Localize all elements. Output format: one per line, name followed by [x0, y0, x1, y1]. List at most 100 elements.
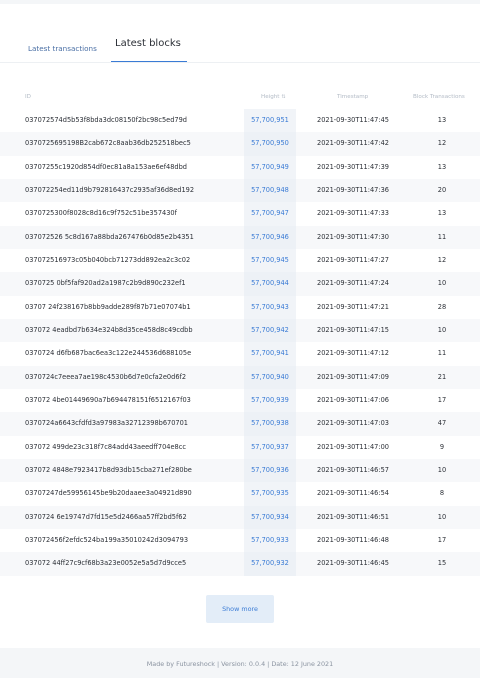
- block-height-link[interactable]: 57,700,940: [244, 366, 296, 389]
- block-transactions-count-cell: 10: [437, 512, 447, 521]
- table-row[interactable]: 0370725300f8028c8d16c9f752c51be357430f 57…: [0, 202, 480, 226]
- table-row[interactable]: 037072516973c05b040bcb71273dd892ea2c3c02…: [0, 248, 480, 273]
- block-height-link[interactable]: 57,700,934: [244, 506, 296, 529]
- block-height-link[interactable]: 57,700,941: [244, 342, 296, 365]
- block-transactions-count-cell: 12: [437, 255, 447, 264]
- block-id-cell: 037072 4be01449690a7b694478151f6512167f0…: [25, 395, 191, 404]
- block-transactions-count-cell: 10: [437, 465, 447, 474]
- table-row[interactable]: 037072 4eadbd7b634e324b8d35ce458d8c49cdb…: [0, 318, 480, 343]
- table-row[interactable]: 037072 499de23c318f7c84add43aeedff704e8c…: [0, 435, 480, 459]
- table-row[interactable]: 0370725 0bf5faf920ad2a1987c2b9d890c232ef…: [0, 272, 480, 296]
- table-row[interactable]: 037072574d5b53f8bda3dc08150f2bc98c5ed79d…: [0, 109, 480, 133]
- block-timestamp-cell: 2021-09-30T11:47:36: [317, 185, 389, 194]
- block-height-link[interactable]: 57,700,936: [244, 459, 296, 482]
- block-id-cell: 037072 4848e7923417b8d93db15cba271ef280b…: [25, 465, 192, 474]
- block-height-link[interactable]: 57,700,937: [244, 436, 296, 459]
- block-transactions-count-cell: 15: [437, 559, 447, 568]
- sort-arrows-icon[interactable]: ⇅: [282, 94, 286, 100]
- table-row[interactable]: 0370724 6e19747d7fd15e5d2466aa57ff2bd5f6…: [0, 505, 480, 529]
- block-timestamp-cell: 2021-09-30T11:47:30: [317, 232, 389, 241]
- block-transactions-count-cell: 10: [437, 325, 447, 334]
- column-header-height-label: Height: [261, 94, 280, 100]
- tab-latest-blocks[interactable]: Latest blocks: [115, 38, 181, 49]
- block-height-link[interactable]: 57,700,946: [244, 226, 296, 249]
- block-timestamp-cell: 2021-09-30T11:46:48: [317, 535, 389, 544]
- table-row[interactable]: 0370724a6643cfdfd3a97983a32712398b670701…: [0, 412, 480, 436]
- block-height-link[interactable]: 57,700,932: [244, 552, 296, 575]
- table-row[interactable]: 03707 24f238167b8bb9adde289f87b71e07074b…: [0, 295, 480, 319]
- block-id-cell: 03707 24f238167b8bb9adde289f87b71e07074b…: [25, 302, 191, 311]
- tab-latest-transactions[interactable]: Latest transactions: [28, 44, 97, 53]
- block-id-cell: 0370724c7eeea7ae198c4530b6d7e0cfa2e0d6f2: [25, 372, 187, 381]
- block-height-link[interactable]: 57,700,935: [244, 482, 296, 505]
- block-timestamp-cell: 2021-09-30T11:47:27: [317, 255, 389, 264]
- table-row[interactable]: 0370724 d6fb687bac6ea3c122e244536d688105…: [0, 342, 480, 366]
- table-row[interactable]: 037072526 5c8d167a88bda267476b0d85e2b435…: [0, 225, 480, 249]
- latest-blocks-card: Latest transactions Latest blocks ID Hei…: [0, 4, 480, 648]
- block-id-cell: 03707255c1920d854df0ec81a8a153ae6ef48dbd: [25, 162, 187, 171]
- block-height-link[interactable]: 57,700,943: [244, 296, 296, 319]
- block-transactions-count-cell: 8: [439, 489, 445, 498]
- block-id-cell: 0370724a6643cfdfd3a97983a32712398b670701: [25, 419, 188, 428]
- block-id-cell: 0370725 0bf5faf920ad2a1987c2b9d890c232ef…: [25, 279, 186, 288]
- table-body: 037072574d5b53f8bda3dc08150f2bc98c5ed79d…: [0, 109, 480, 576]
- block-id-cell: 037072 4eadbd7b634e324b8d35ce458d8c49cdb…: [25, 325, 193, 334]
- block-transactions-count-cell: 13: [437, 116, 447, 124]
- block-transactions-count-cell: 11: [437, 349, 447, 358]
- block-transactions-count-cell: 12: [437, 139, 447, 148]
- block-timestamp-cell: 2021-09-30T11:46:54: [317, 489, 389, 498]
- block-transactions-count-cell: 13: [437, 209, 447, 218]
- block-transactions-count-cell: 28: [437, 302, 447, 311]
- block-height-link[interactable]: 57,700,944: [244, 272, 296, 295]
- block-timestamp-cell: 2021-09-30T11:47:39: [317, 162, 389, 171]
- block-transactions-count-cell: 47: [437, 419, 447, 428]
- block-height-link[interactable]: 57,700,951: [244, 109, 296, 132]
- tab-divider: [0, 62, 480, 63]
- table-row[interactable]: 037072254ed11d9b792816437c2935af36d8ed19…: [0, 178, 480, 203]
- block-id-cell: 037072456f2efdc524ba199a35010242d3094793: [25, 535, 189, 544]
- block-id-cell: 03707247de59956145be9b20daaee3a04921d890: [25, 489, 192, 498]
- block-transactions-count-cell: 17: [437, 535, 447, 544]
- block-transactions-count-cell: 17: [437, 395, 447, 404]
- block-id-cell: 037072254ed11d9b792816437c2935af36d8ed19…: [25, 185, 195, 194]
- block-id-cell: 037072516973c05b040bcb71273dd892ea2c3c02: [25, 255, 191, 264]
- block-id-cell: 0370725695198B2cab672c8aab36db252518bec5: [25, 139, 191, 148]
- block-timestamp-cell: 2021-09-30T11:46:51: [317, 512, 389, 521]
- column-header-height[interactable]: Height ⇅: [261, 94, 286, 100]
- block-height-link[interactable]: 57,700,945: [244, 249, 296, 272]
- show-more-button[interactable]: Show more: [206, 595, 274, 623]
- block-height-link[interactable]: 57,700,948: [244, 179, 296, 202]
- block-timestamp-cell: 2021-09-30T11:46:45: [317, 559, 389, 568]
- block-height-link[interactable]: 57,700,947: [244, 202, 296, 225]
- block-height-link[interactable]: 57,700,939: [244, 389, 296, 412]
- table-row[interactable]: 03707247de59956145be9b20daaee3a04921d890…: [0, 482, 480, 506]
- table-row[interactable]: 037072 4be01449690a7b694478151f6512167f0…: [0, 388, 480, 413]
- block-height-link[interactable]: 57,700,949: [244, 156, 296, 179]
- block-timestamp-cell: 2021-09-30T11:47:03: [317, 419, 389, 428]
- block-id-cell: 037072 44ff27c9cf68b3a23e0052e5a5d7d9cce…: [25, 559, 187, 568]
- table-row[interactable]: 037072456f2efdc524ba199a35010242d3094793…: [0, 528, 480, 553]
- block-timestamp-cell: 2021-09-30T11:47:06: [317, 395, 389, 404]
- block-timestamp-cell: 2021-09-30T11:47:12: [317, 349, 389, 358]
- block-id-cell: 037072 499de23c318f7c84add43aeedff704e8c…: [25, 442, 186, 451]
- column-header-block-transactions: Block Transactions: [413, 94, 465, 100]
- table-header: ID Height ⇅ Timestamp Block Transactions: [0, 88, 480, 108]
- block-timestamp-cell: 2021-09-30T11:47:15: [317, 325, 389, 334]
- table-row[interactable]: 03707255c1920d854df0ec81a8a153ae6ef48dbd…: [0, 155, 480, 179]
- block-timestamp-cell: 2021-09-30T11:46:57: [317, 465, 389, 474]
- block-id-cell: 0370724 6e19747d7fd15e5d2466aa57ff2bd5f6…: [25, 512, 187, 521]
- block-transactions-count-cell: 13: [437, 162, 447, 171]
- block-height-link[interactable]: 57,700,933: [244, 529, 296, 552]
- table-row[interactable]: 037072 4848e7923417b8d93db15cba271ef280b…: [0, 458, 480, 483]
- table-row[interactable]: 0370725695198B2cab672c8aab36db252518bec5…: [0, 132, 480, 156]
- table-row[interactable]: 037072 44ff27c9cf68b3a23e0052e5a5d7d9cce…: [0, 552, 480, 576]
- block-timestamp-cell: 2021-09-30T11:47:21: [317, 302, 389, 311]
- block-height-link[interactable]: 57,700,938: [244, 412, 296, 435]
- footer-credits: Made by Futureshock | Version: 0.0.4 | D…: [146, 660, 334, 668]
- block-transactions-count-cell: 20: [437, 185, 447, 194]
- table-row[interactable]: 0370724c7eeea7ae198c4530b6d7e0cfa2e0d6f2…: [0, 365, 480, 389]
- block-id-cell: 0370725300f8028c8d16c9f752c51be357430f: [25, 209, 177, 218]
- blocks-table: ID Height ⇅ Timestamp Block Transactions …: [0, 88, 480, 576]
- block-height-link[interactable]: 57,700,950: [244, 132, 296, 155]
- block-height-link[interactable]: 57,700,942: [244, 319, 296, 342]
